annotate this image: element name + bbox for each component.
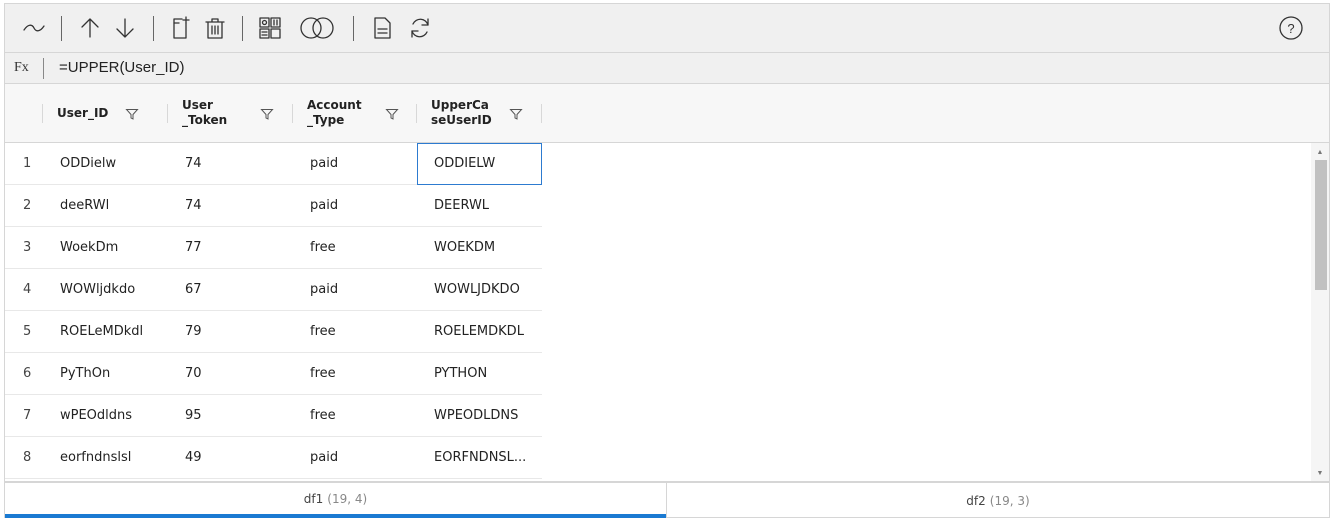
cell-uppercase-user-id[interactable]: WPEODLDNS	[434, 395, 518, 437]
column-header-user-token[interactable]: User _Token	[168, 84, 293, 142]
tab-df1[interactable]: df1 (19, 4)	[5, 483, 666, 518]
cell-account-type[interactable]: free	[310, 353, 336, 395]
cell-user-id[interactable]: ROELeMDkdl	[60, 311, 143, 353]
wave-icon[interactable]	[19, 12, 49, 44]
toolbar-divider	[61, 16, 62, 41]
tab-label: df2	[966, 493, 986, 508]
help-icon[interactable]: ?	[1276, 12, 1306, 44]
scroll-down-arrow-icon[interactable]: ▼	[1311, 466, 1329, 480]
cell-user-token[interactable]: 77	[185, 227, 202, 269]
tab-shape: (19, 3)	[989, 493, 1030, 508]
column-header-label: Account _Type	[307, 98, 362, 127]
cell-uppercase-user-id[interactable]: ROELEMDKDL	[434, 311, 524, 353]
row-number: 1	[23, 156, 32, 171]
table-row[interactable]: 7 wPEOdldns 95 free WPEODLDNS	[5, 395, 542, 437]
merge-icon[interactable]	[295, 12, 339, 44]
tab-df2[interactable]: df2 (19, 3)	[667, 483, 1329, 518]
column-header-label: User _Token	[182, 98, 228, 127]
cell-user-token[interactable]: 79	[185, 311, 202, 353]
table-row[interactable]: 2 deeRWl 74 paid DEERWL	[5, 185, 542, 227]
cell-user-token[interactable]: 95	[185, 395, 202, 437]
formula-input[interactable]: =UPPER(User_ID)	[59, 59, 184, 76]
cell-user-id[interactable]: WOWljdkdo	[60, 269, 135, 311]
row-number: 2	[23, 198, 32, 213]
fx-label: Fx	[14, 60, 29, 75]
cell-account-type[interactable]: paid	[310, 269, 338, 311]
cell-uppercase-user-id-selected[interactable]: ODDIELW	[417, 143, 542, 185]
scroll-up-arrow-icon[interactable]: ▲	[1311, 145, 1329, 159]
table-row[interactable]: 4 WOWljdkdo 67 paid WOWLJDKDO	[5, 269, 542, 311]
help-label: ?	[1287, 20, 1295, 36]
grid-body: 1 ODDielw 74 paid ODDIELW 2 deeRWl 74 pa…	[5, 143, 1311, 481]
column-header-uppercase-user-id[interactable]: UpperCa seUserID	[417, 84, 542, 142]
row-number: 6	[23, 366, 32, 381]
column-divider	[541, 104, 542, 123]
row-number: 3	[23, 240, 32, 255]
row-number: 8	[23, 450, 32, 465]
cell-account-type[interactable]: free	[310, 227, 336, 269]
toolbar-divider	[242, 16, 243, 41]
cell-user-token[interactable]: 49	[185, 437, 202, 479]
filter-icon[interactable]	[260, 107, 274, 121]
row-number: 7	[23, 408, 32, 423]
cell-user-id[interactable]: PyThOn	[60, 353, 110, 395]
filter-icon[interactable]	[125, 107, 139, 121]
column-header-user-id[interactable]: User_ID	[43, 84, 168, 142]
data-grid: User_ID User _Token Account _Type UpperC…	[4, 84, 1330, 482]
filter-icon[interactable]	[385, 107, 399, 121]
header-row: User_ID User _Token Account _Type UpperC…	[5, 84, 1329, 143]
table-row[interactable]: 5 ROELeMDkdl 79 free ROELEMDKDL	[5, 311, 542, 353]
formula-divider	[43, 58, 44, 79]
filter-icon[interactable]	[509, 107, 523, 121]
table-row[interactable]: 6 PyThOn 70 free PYTHON	[5, 353, 542, 395]
cell-uppercase-user-id[interactable]: WOEKDM	[434, 227, 495, 269]
column-header-label: UpperCa seUserID	[431, 98, 492, 127]
arrow-up-icon[interactable]	[75, 12, 105, 44]
pivot-icon[interactable]	[255, 12, 285, 44]
cell-account-type[interactable]: free	[310, 395, 336, 437]
tab-label: df1	[303, 491, 324, 506]
cell-user-token[interactable]: 70	[185, 353, 202, 395]
column-header-account-type[interactable]: Account _Type	[293, 84, 417, 142]
cell-uppercase-user-id[interactable]: EORFNDNSL...	[434, 437, 526, 479]
vertical-scrollbar[interactable]: ▲ ▼	[1311, 143, 1329, 481]
row-number: 5	[23, 324, 32, 339]
cell-user-id[interactable]: deeRWl	[60, 185, 109, 227]
cell-account-type[interactable]: free	[310, 311, 336, 353]
table-row[interactable]: 8 eorfndnslsl 49 paid EORFNDNSL...	[5, 437, 542, 479]
tab-shape: (19, 4)	[327, 491, 368, 506]
cell-user-token[interactable]: 74	[185, 185, 202, 227]
cell-user-id[interactable]: WoekDm	[60, 227, 118, 269]
toolbar-divider	[353, 16, 354, 41]
cell-user-id[interactable]: eorfndnslsl	[60, 437, 131, 479]
cell-user-token[interactable]: 74	[185, 143, 202, 185]
dataframe-tabs: df1 (19, 4) df2 (19, 3)	[4, 482, 1330, 518]
cell-account-type[interactable]: paid	[310, 143, 338, 185]
formula-bar: Fx =UPPER(User_ID)	[4, 52, 1330, 84]
column-header-label: User_ID	[57, 106, 109, 120]
row-number-header	[5, 84, 43, 142]
toolbar-divider	[153, 16, 154, 41]
arrow-down-icon[interactable]	[110, 12, 140, 44]
cell-uppercase-user-id[interactable]: DEERWL	[434, 185, 489, 227]
add-file-icon[interactable]	[165, 12, 195, 44]
cell-uppercase-user-id[interactable]: PYTHON	[434, 353, 487, 395]
cell-account-type[interactable]: paid	[310, 185, 338, 227]
refresh-icon[interactable]	[405, 12, 435, 44]
cell-user-token[interactable]: 67	[185, 269, 202, 311]
cell-user-id[interactable]: wPEOdldns	[60, 395, 132, 437]
row-number: 4	[23, 282, 32, 297]
toolbar: ?	[4, 3, 1330, 52]
table-row[interactable]: 3 WoekDm 77 free WOEKDM	[5, 227, 542, 269]
cell-account-type[interactable]: paid	[310, 437, 338, 479]
cell-uppercase-user-id[interactable]: WOWLJDKDO	[434, 269, 520, 311]
scrollbar-thumb[interactable]	[1315, 160, 1327, 290]
trash-icon[interactable]	[200, 12, 230, 44]
cell-user-id[interactable]: ODDielw	[60, 143, 116, 185]
table-row[interactable]: 1 ODDielw 74 paid ODDIELW	[5, 143, 542, 185]
document-icon[interactable]	[367, 12, 397, 44]
